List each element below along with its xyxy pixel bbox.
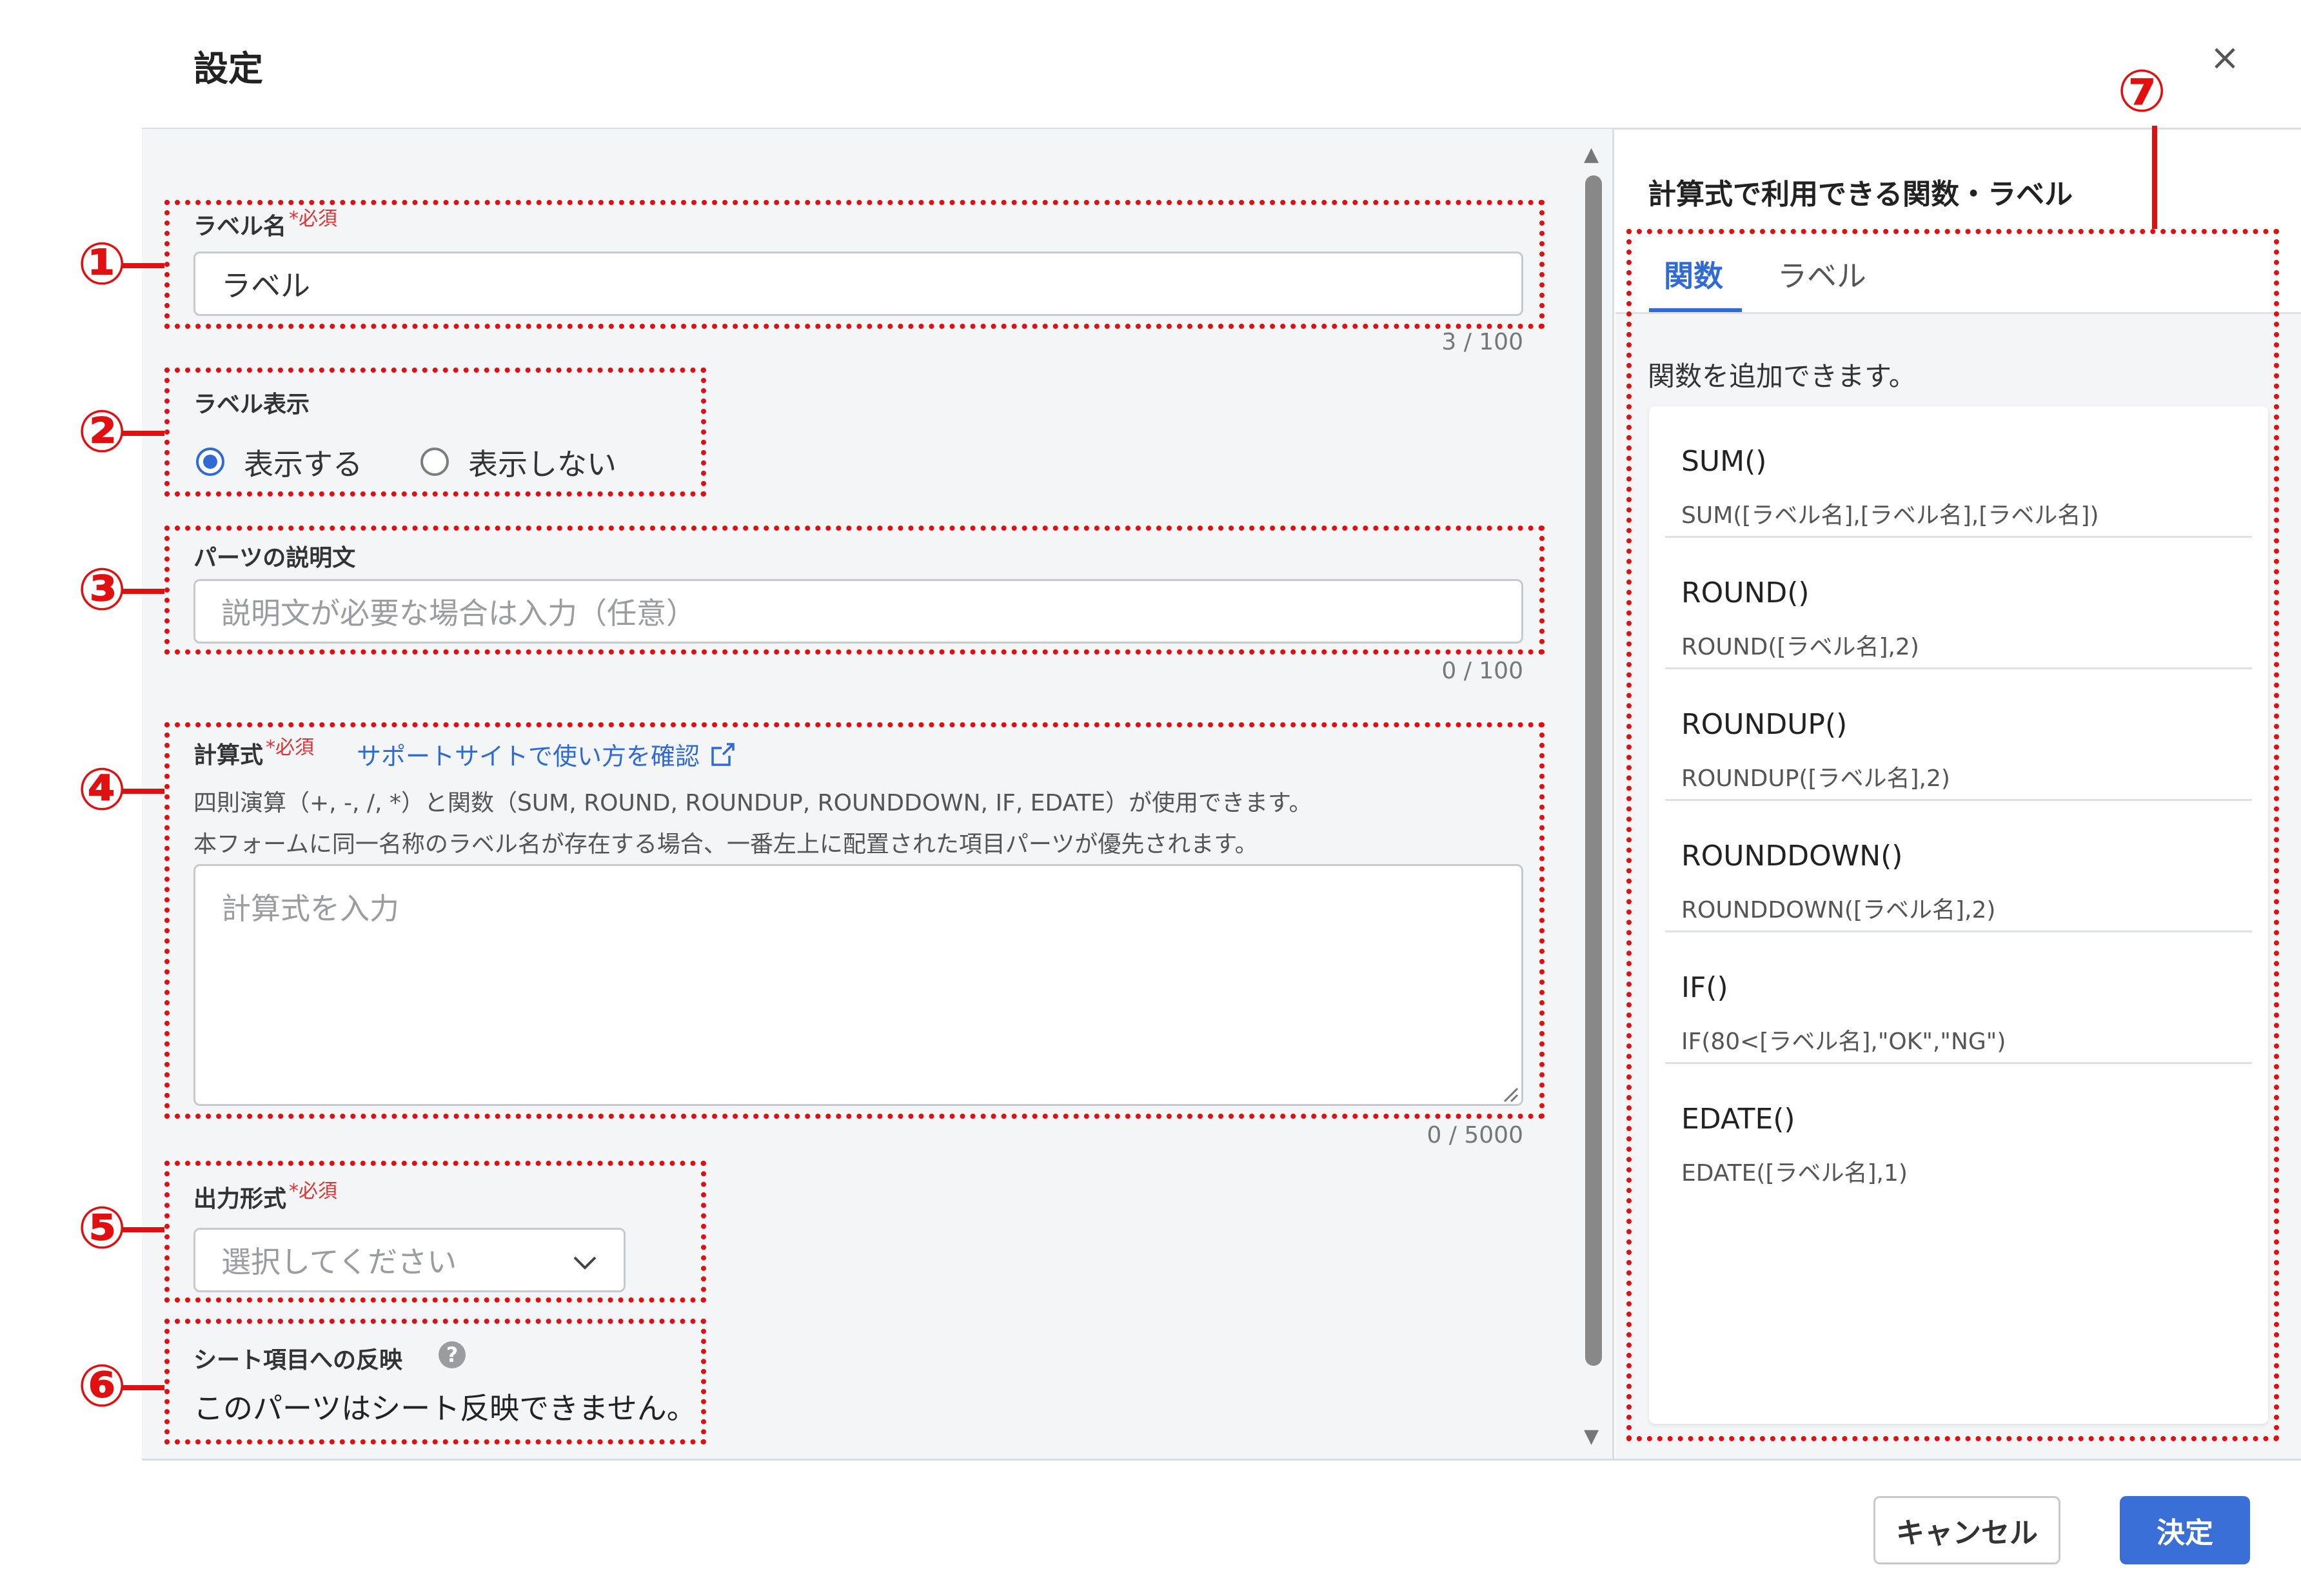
ok-button[interactable]: 決定 xyxy=(2120,1496,2250,1564)
callout-line-2 xyxy=(121,431,164,436)
formula-placeholder: 計算式を入力 xyxy=(221,891,399,926)
formula-label: 計算式 *必須 xyxy=(193,736,315,769)
panel-divider xyxy=(1612,129,1614,1459)
callout-line-1 xyxy=(121,263,164,268)
annotation-box-7 xyxy=(1626,229,2279,1441)
description-label: パーツの説明文 xyxy=(193,545,356,571)
radio-hide-label[interactable]: 表示しない xyxy=(468,441,617,484)
scroll-down-icon[interactable]: ▼ xyxy=(1584,1425,1599,1448)
required-mark: *必須 xyxy=(266,736,315,759)
callout-line-6 xyxy=(121,1385,164,1390)
label-name-label: ラベル名 *必須 xyxy=(193,208,338,240)
help-icon[interactable]: ? xyxy=(439,1341,466,1368)
radio-show-label[interactable]: 表示する xyxy=(244,441,362,484)
radio-show[interactable] xyxy=(196,448,224,476)
label-name-counter: 3 / 100 xyxy=(1441,329,1523,355)
formula-help-1: 四則演算（+, -, /, *）と関数（SUM, ROUND, ROUNDUP,… xyxy=(193,790,1312,816)
callout-3: ③ xyxy=(77,556,127,624)
label-name-input[interactable]: ラベル xyxy=(193,251,1523,316)
dialog-title: 設定 xyxy=(193,48,263,89)
cancel-button[interactable]: キャンセル xyxy=(1873,1496,2060,1564)
callout-5: ⑤ xyxy=(77,1194,127,1262)
callout-7: ⑦ xyxy=(2117,57,2167,125)
footer-divider xyxy=(142,1459,2301,1461)
callout-line-3 xyxy=(121,589,164,594)
output-format-placeholder: 選択してください xyxy=(221,1245,457,1279)
callout-1: ① xyxy=(77,230,127,298)
callout-line-4 xyxy=(121,789,164,794)
radio-hide[interactable] xyxy=(420,448,449,476)
chevron-down-icon xyxy=(572,1243,598,1277)
functions-panel-title: 計算式で利用できる関数・ラベル xyxy=(1648,178,2073,211)
output-format-select[interactable]: 選択してください xyxy=(193,1228,626,1292)
close-icon[interactable]: × xyxy=(2206,39,2244,77)
sheet-reflect-label: シート項目への反映 xyxy=(193,1347,403,1374)
callout-2: ② xyxy=(77,398,127,466)
description-placeholder: 説明文が必要な場合は入力（任意） xyxy=(221,596,696,631)
description-input[interactable]: 説明文が必要な場合は入力（任意） xyxy=(193,579,1523,644)
scrollbar-thumb[interactable] xyxy=(1585,175,1602,1366)
description-counter: 0 / 100 xyxy=(1441,658,1523,684)
output-format-label: 出力形式 *必須 xyxy=(193,1180,338,1212)
callout-line-5 xyxy=(121,1227,164,1232)
label-display-label: ラベル表示 xyxy=(193,391,310,418)
callout-6: ⑥ xyxy=(77,1352,127,1420)
sheet-reflect-message: このパーツはシート反映できません。 xyxy=(193,1391,696,1426)
required-mark: *必須 xyxy=(289,208,338,230)
callout-4: ④ xyxy=(77,756,127,823)
support-site-link[interactable]: サポートサイトで使い方を確認 xyxy=(357,736,735,772)
formula-textarea[interactable]: 計算式を入力 xyxy=(193,864,1523,1106)
formula-counter: 0 / 5000 xyxy=(1427,1122,1523,1148)
scroll-up-icon[interactable]: ▲ xyxy=(1584,143,1599,166)
callout-line-7 xyxy=(2152,126,2157,229)
formula-help-2: 本フォームに同一名称のラベル名が存在する場合、一番左上に配置された項目パーツが優… xyxy=(193,831,1258,858)
resize-handle-icon[interactable] xyxy=(1499,1083,1519,1105)
required-mark: *必須 xyxy=(289,1180,338,1203)
external-link-icon xyxy=(710,742,735,766)
